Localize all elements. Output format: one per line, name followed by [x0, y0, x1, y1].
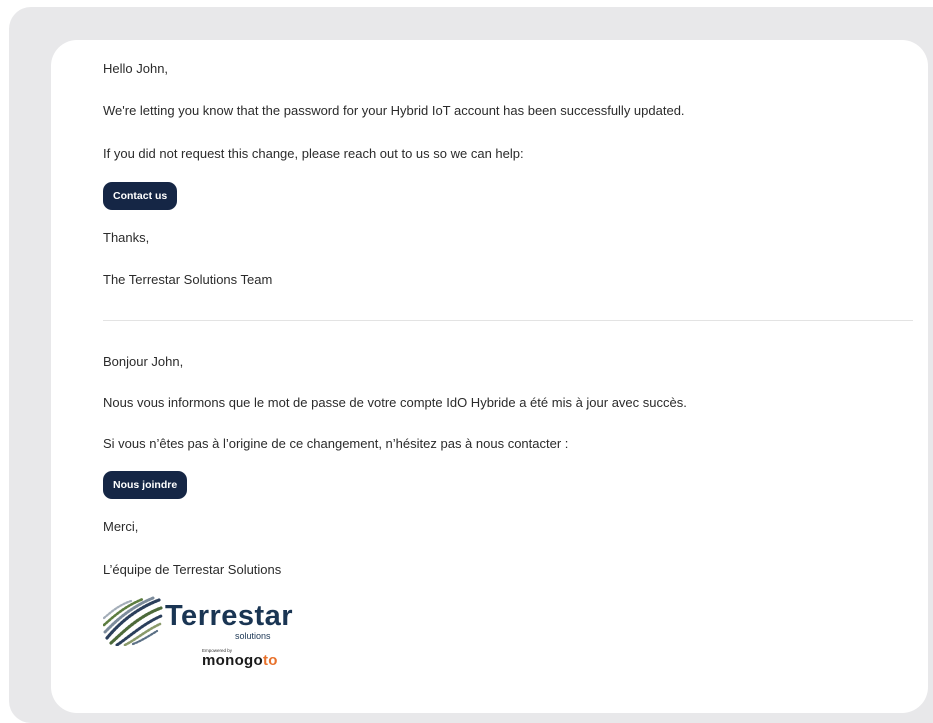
- monogoto-brand: monogoto: [202, 653, 278, 669]
- contact-us-button[interactable]: Contact us: [103, 182, 178, 210]
- signoff-en: The Terrestar Solutions Team: [103, 272, 273, 287]
- message-line-2-en: If you did not request this change, plea…: [103, 146, 524, 161]
- greeting-fr: Bonjour John,: [103, 354, 184, 369]
- nous-joindre-button[interactable]: Nous joindre: [103, 471, 188, 499]
- message-line-2-fr: Si vous n’êtes pas à l’origine de ce cha…: [103, 436, 569, 451]
- logo-wordmark: Terrestar: [165, 600, 294, 632]
- signoff-fr: L’équipe de Terrestar Solutions: [103, 562, 282, 577]
- terrestar-logo: Terrestar solutions Empowered by monogot…: [103, 590, 303, 675]
- greeting-en: Hello John,: [103, 61, 169, 76]
- terrestar-globe-icon: [103, 596, 163, 646]
- message-line-1-en: We're letting you know that the password…: [103, 103, 685, 118]
- monogoto-brand-main: monogo: [202, 652, 263, 669]
- email-background: Hello John, We're letting you know that …: [9, 7, 933, 723]
- message-line-1-fr: Nous vous informons que le mot de passe …: [103, 395, 687, 410]
- monogoto-brand-accent: to: [262, 652, 278, 669]
- logo-subtitle: solutions: [235, 631, 271, 641]
- thanks-fr: Merci,: [103, 519, 139, 534]
- thanks-en: Thanks,: [103, 230, 150, 245]
- email-card: Hello John, We're letting you know that …: [51, 40, 928, 713]
- language-divider: [103, 320, 913, 321]
